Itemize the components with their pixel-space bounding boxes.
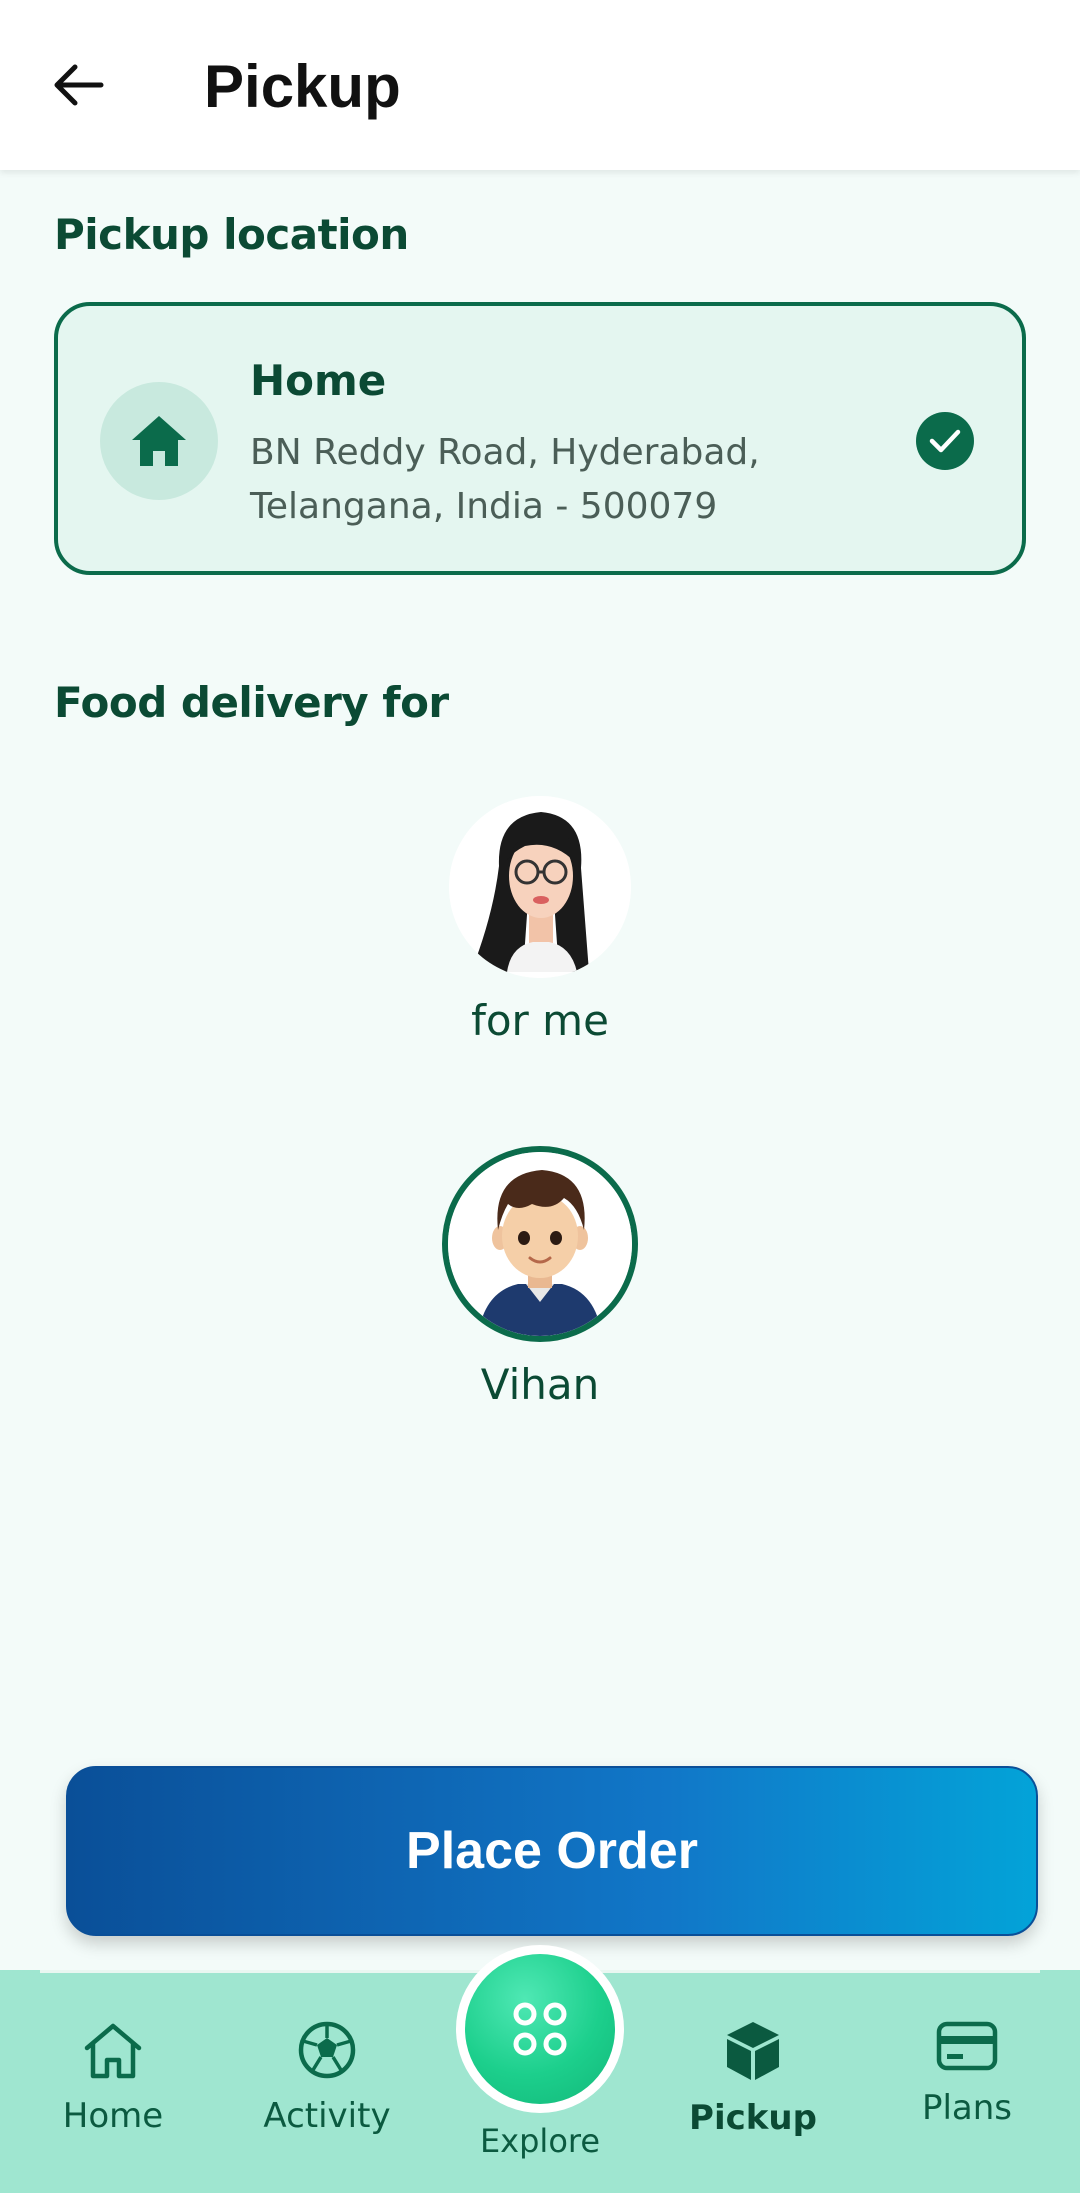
address-card-home[interactable]: Home BN Reddy Road, Hyderabad, Telangana… [54,302,1026,575]
nav-pickup[interactable]: Pickup [658,2020,848,2138]
back-button[interactable] [48,55,108,115]
nav-label: Home [62,2096,164,2136]
address-line-2: Telangana, India - 500079 [250,486,718,527]
food-delivery-title: Food delivery for [54,678,449,727]
arrow-left-icon [54,64,104,106]
pickup-location-title: Pickup location [54,210,409,259]
app-header: Pickup [0,0,1080,170]
explore-circle [465,1954,615,2104]
nav-activity[interactable]: Activity [232,2020,422,2136]
selected-check-icon [916,412,974,470]
home-icon [132,416,186,466]
place-order-button[interactable]: Place Order [66,1766,1038,1936]
explore-grid-icon [513,2002,567,2056]
address-line-1: BN Reddy Road, Hyderabad, [250,432,760,473]
nav-label: Pickup [689,2098,817,2138]
soccer-ball-icon [298,2021,356,2079]
profile-for-me[interactable]: for me [390,796,690,1045]
box-icon [727,2022,779,2080]
profile-vihan[interactable]: Vihan [390,1146,690,1409]
avatar-boy [442,1146,638,1342]
address-name: Home [250,356,387,405]
nav-home[interactable]: Home [18,2020,208,2136]
nav-label-explore: Explore [479,2122,601,2160]
home-outline-icon [84,2023,142,2079]
nav-label: Plans [921,2088,1013,2128]
avatar-woman [449,796,631,978]
page-title: Pickup [204,53,401,120]
profile-label: Vihan [480,1360,600,1409]
nav-plans[interactable]: Plans [872,2020,1062,2128]
home-icon-circle [100,382,218,500]
place-order-label: Place Order [406,1822,698,1880]
profile-label: for me [471,996,609,1045]
card-icon [936,2021,998,2071]
explore-button[interactable] [456,1945,624,2113]
nav-label: Activity [263,2096,391,2136]
